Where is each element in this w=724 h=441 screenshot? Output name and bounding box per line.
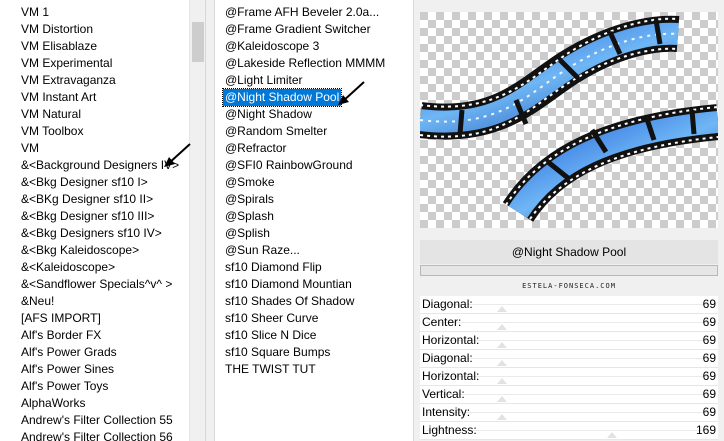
preview-image — [420, 12, 718, 228]
param-slider-vertical[interactable]: Vertical: 69 — [420, 386, 718, 404]
filter-item-spirals[interactable]: @Spirals — [223, 191, 387, 208]
param-slider-intensity[interactable]: Intensity: 69 — [420, 404, 718, 422]
slider-track[interactable] — [426, 322, 712, 323]
param-value: 69 — [702, 405, 716, 419]
slider-thumb[interactable] — [606, 432, 617, 438]
filmstrip-preview — [420, 12, 718, 228]
filter-item-refractor[interactable]: @Refractor — [223, 140, 387, 157]
filter-item-sf10-diamond-mountian[interactable]: sf10 Diamond Mountian — [223, 276, 387, 293]
category-item-sandflower-specials-v[interactable]: &<Sandflower Specials^v^ > — [19, 276, 181, 293]
slider-thumb[interactable] — [496, 306, 507, 312]
category-item-vm-instant-art[interactable]: VM Instant Art — [19, 89, 181, 106]
category-item-andrew-s-filter-collection-55[interactable]: Andrew's Filter Collection 55 — [19, 412, 181, 429]
category-item-alf-s-power-toys[interactable]: Alf's Power Toys — [19, 378, 181, 395]
filter-item-lakeside-reflection-mmmm[interactable]: @Lakeside Reflection MMMM — [223, 55, 387, 72]
slider-thumb[interactable] — [496, 396, 507, 402]
param-slider-horizontal[interactable]: Horizontal: 69 — [420, 368, 718, 386]
param-label: Diagonal: — [422, 351, 473, 365]
param-label: Center: — [422, 315, 462, 329]
param-value: 69 — [702, 297, 716, 311]
param-value: 169 — [695, 423, 716, 437]
filter-item-smoke[interactable]: @Smoke — [223, 174, 387, 191]
param-value: 69 — [702, 369, 716, 383]
category-item-alf-s-border-fx[interactable]: Alf's Border FX — [19, 327, 181, 344]
param-slider-lightness[interactable]: Lightness: 169 — [420, 422, 718, 440]
annotation-arrow-icon — [164, 143, 191, 167]
category-item-alf-s-power-sines[interactable]: Alf's Power Sines — [19, 361, 181, 378]
category-item-vm-experimental[interactable]: VM Experimental — [19, 55, 181, 72]
watermark-text: ESTELA-FONSECA.COM — [522, 282, 616, 290]
param-slider-horizontal[interactable]: Horizontal: 69 — [420, 332, 718, 350]
slider-thumb[interactable] — [496, 324, 507, 330]
category-item-bkg-kaleidoscope[interactable]: &<Bkg Kaleidoscope> — [19, 242, 181, 259]
category-item-vm-1[interactable]: VM 1 — [19, 4, 181, 21]
category-item-vm-toolbox[interactable]: VM Toolbox — [19, 123, 181, 140]
category-item-kaleidoscope[interactable]: &<Kaleidoscope> — [19, 259, 181, 276]
category-item-andrew-s-filter-collection-56[interactable]: Andrew's Filter Collection 56 — [19, 429, 181, 441]
filter-item-sf10-shades-of-shadow[interactable]: sf10 Shades Of Shadow — [223, 293, 387, 310]
filter-item-sf10-square-bumps[interactable]: sf10 Square Bumps — [223, 344, 387, 361]
parameter-sliders: Diagonal: 69 Center: 69 Horizontal: 69 Diagona… — [420, 296, 718, 440]
category-item-bkg-designer-sf10-ii[interactable]: &<BKg Designer sf10 II> — [19, 191, 181, 208]
filter-item-splash[interactable]: @Splash — [223, 208, 387, 225]
param-value: 69 — [702, 333, 716, 347]
filter-item-kaleidoscope-3[interactable]: @Kaleidoscope 3 — [223, 38, 387, 55]
slider-thumb[interactable] — [496, 414, 507, 420]
param-slider-diagonal[interactable]: Diagonal: 69 — [420, 296, 718, 314]
category-item-vm-natural[interactable]: VM Natural — [19, 106, 181, 123]
param-label: Horizontal: — [422, 333, 480, 347]
filter-list-panel[interactable]: @Frame AFH Beveler 2.0a... @Frame Gradien… — [214, 0, 414, 441]
param-value: 69 — [702, 315, 716, 329]
filter-item-sf10-sheer-curve[interactable]: sf10 Sheer Curve — [223, 310, 387, 327]
slider-thumb[interactable] — [496, 378, 507, 384]
param-slider-diagonal[interactable]: Diagonal: 69 — [420, 350, 718, 368]
scrollbar-thumb[interactable] — [192, 22, 204, 62]
filter-item-sun-raze[interactable]: @Sun Raze... — [223, 242, 387, 259]
filter-item-sf10-slice-n-dice[interactable]: sf10 Slice N Dice — [223, 327, 387, 344]
category-item-alphaworks[interactable]: AlphaWorks — [19, 395, 181, 412]
category-list-panel[interactable]: VM 1 VM Distortion VM Elisablaze VM Experim… — [0, 0, 206, 441]
category-item-vm-extravaganza[interactable]: VM Extravaganza — [19, 72, 181, 89]
category-list[interactable]: VM 1 VM Distortion VM Elisablaze VM Experim… — [19, 4, 181, 441]
category-item-vm-distortion[interactable]: VM Distortion — [19, 21, 181, 38]
category-item-vm-elisablaze[interactable]: VM Elisablaze — [19, 38, 181, 55]
filter-item-night-shadow[interactable]: @Night Shadow — [223, 106, 387, 123]
param-label: Vertical: — [422, 387, 465, 401]
filter-item-the-twist-tut[interactable]: THE TWIST TUT — [223, 361, 387, 378]
slider-track[interactable] — [426, 394, 712, 395]
filter-item-sfi0-rainbowground[interactable]: @SFI0 RainbowGround — [223, 157, 387, 174]
category-item-alf-s-power-grads[interactable]: Alf's Power Grads — [19, 344, 181, 361]
filter-item-splish[interactable]: @Splish — [223, 225, 387, 242]
param-label: Diagonal: — [422, 297, 473, 311]
category-item-afs-import[interactable]: [AFS IMPORT] — [19, 310, 181, 327]
filter-item-frame-gradient-switcher[interactable]: @Frame Gradient Switcher — [223, 21, 387, 38]
category-item-neu[interactable]: &Neu! — [19, 293, 181, 310]
progress-bar — [420, 265, 718, 276]
category-item-vm[interactable]: VM — [19, 140, 181, 157]
param-slider-center[interactable]: Center: 69 — [420, 314, 718, 332]
slider-thumb[interactable] — [496, 360, 507, 366]
annotation-arrow-icon — [338, 81, 365, 105]
category-scrollbar[interactable] — [189, 0, 205, 441]
filter-item-frame-afh-beveler-2-0a[interactable]: @Frame AFH Beveler 2.0a... — [223, 4, 387, 21]
category-item-bkg-designers-sf10-iv[interactable]: &<Bkg Designers sf10 IV> — [19, 225, 181, 242]
param-value: 69 — [702, 351, 716, 365]
param-label: Intensity: — [422, 405, 471, 419]
param-label: Lightness: — [422, 423, 477, 437]
filter-list[interactable]: @Frame AFH Beveler 2.0a... @Frame Gradien… — [221, 4, 387, 378]
category-item-background-designers-iv[interactable]: &<Background Designers IV> — [19, 157, 181, 174]
selected-filter-title: @Night Shadow Pool — [420, 240, 718, 264]
filter-item-random-smelter[interactable]: @Random Smelter — [223, 123, 387, 140]
filter-item-sf10-diamond-flip[interactable]: sf10 Diamond Flip — [223, 259, 387, 276]
category-item-bkg-designer-sf10-i[interactable]: &<Bkg Designer sf10 I> — [19, 174, 181, 191]
category-item-bkg-designer-sf10-iii[interactable]: &<Bkg Designer sf10 III> — [19, 208, 181, 225]
param-value: 69 — [702, 387, 716, 401]
filter-item-night-shadow-pool[interactable]: @Night Shadow Pool — [221, 88, 343, 107]
param-label: Horizontal: — [422, 369, 480, 383]
slider-thumb[interactable] — [496, 342, 507, 348]
